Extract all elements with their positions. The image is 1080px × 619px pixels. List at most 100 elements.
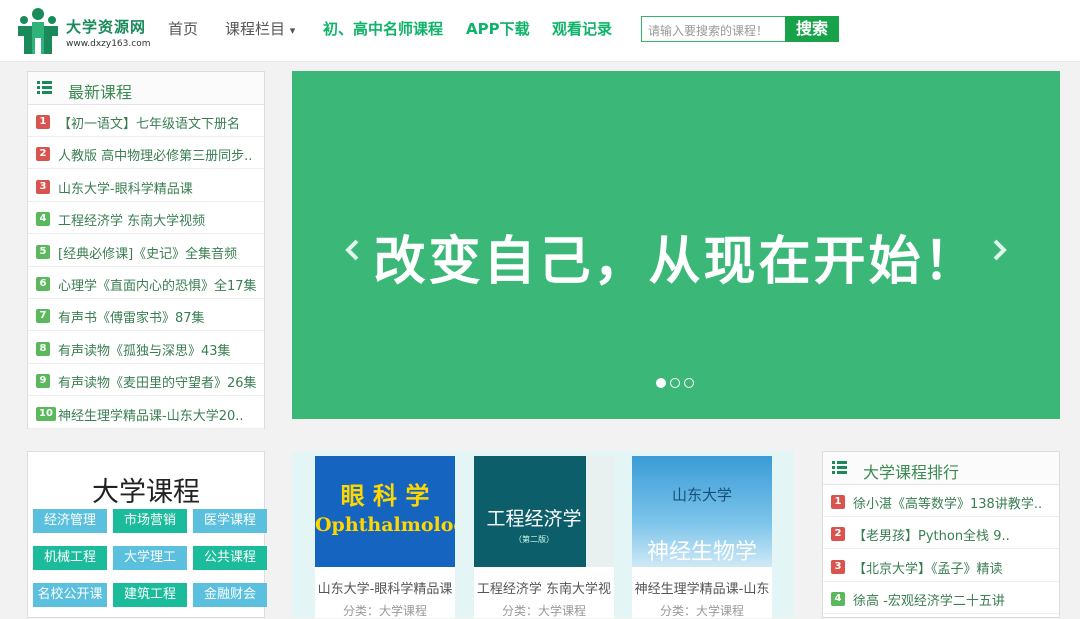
cover-stripe: [586, 456, 614, 567]
carousel-dot[interactable]: [684, 378, 694, 388]
course-category: 分类：大学课程: [501, 604, 586, 618]
nav-course-columns-label: 课程栏目: [225, 20, 286, 38]
cover-subtitle: Ophthalmology: [315, 514, 455, 536]
rank-badge: 2: [36, 147, 50, 162]
rank-badge: 1: [831, 495, 845, 509]
rank-badge: 4: [831, 592, 845, 607]
list-item[interactable]: 3 【北京大学】《孟子》精读: [823, 550, 1059, 582]
category-button[interactable]: 金融财会: [193, 583, 267, 607]
cover-subtitle: （第二版）: [514, 535, 554, 544]
list-item[interactable]: 7 有声书《傅雷家书》87集: [28, 299, 264, 332]
course-category: 分类：大学课程: [659, 604, 744, 618]
category-button[interactable]: 医学课程: [193, 509, 267, 533]
course-card[interactable]: 眼 科 学 Ophthalmology 山东大学-眼科学精品课 分类：大学课程: [315, 456, 455, 618]
list-item[interactable]: 2 人教版 高中物理必修第三册同步..: [28, 137, 264, 170]
hero-banner[interactable]: 改变自己，从现在开始！: [292, 71, 1060, 419]
list-item-label[interactable]: 【北京大学】《孟子》精读: [853, 558, 1003, 577]
rank-badge: 4: [36, 212, 50, 227]
rank-badge: 7: [36, 309, 50, 324]
rank-badge: 3: [36, 179, 50, 194]
cover-title: 眼 科 学: [340, 482, 430, 510]
list-item-label[interactable]: 有声读物《麦田里的守望者》26集: [58, 372, 257, 391]
chevron-right-icon[interactable]: [988, 239, 1010, 261]
course-title[interactable]: 山东大学-眼科学精品课: [315, 578, 455, 597]
course-card[interactable]: 山东大学 神经生物学 神经生理学精品课-山东 分类：大学课程: [632, 456, 772, 618]
list-item-label[interactable]: 【老男孩】Python全栈 9..: [853, 525, 1010, 544]
list-item-label[interactable]: 徐小湛《高等数学》138讲教学..: [853, 493, 1042, 512]
list-item-label[interactable]: 人教版 高中物理必修第三册同步..: [58, 145, 252, 164]
university-courses-title: 大学课程: [92, 477, 200, 508]
search-input[interactable]: 请输入要搜索的课程！: [641, 16, 785, 42]
nav-app-download[interactable]: APP下载: [466, 18, 530, 39]
list-item[interactable]: 9 有声读物《麦田里的守望者》26集: [28, 364, 264, 397]
rank-badge: 8: [36, 341, 50, 356]
course-card[interactable]: 工程经济学 （第二版） 工程经济学 东南大学视 分类：大学课程: [474, 456, 614, 618]
carousel-dot[interactable]: [670, 378, 680, 388]
cover-title: 神经生物学: [646, 540, 757, 565]
list-item[interactable]: 4 工程经济学 东南大学视频: [28, 202, 264, 235]
cover-subtitle: 山东大学: [671, 486, 732, 504]
category-button[interactable]: 公共课程: [193, 546, 267, 570]
list-item[interactable]: 1 徐小湛《高等数学》138讲教学..: [823, 485, 1059, 517]
list-item-label[interactable]: [经典必修课]《史记》全集音频: [58, 243, 237, 262]
course-ranking-panel: 大学课程排行 1 徐小湛《高等数学》138讲教学.. 2 【老男孩】Python全栈 …: [822, 451, 1060, 618]
site-logo[interactable]: 大学资源网 www.dxzy163.com: [14, 6, 164, 56]
list-item-label[interactable]: 有声书《傅雷家书》87集: [58, 307, 205, 326]
list-item[interactable]: 5 [经典必修课]《史记》全集音频: [28, 235, 264, 267]
rank-badge: 9: [36, 374, 50, 389]
course-cover-image: 工程经济学 （第二版）: [474, 456, 614, 567]
nav-home[interactable]: 首页: [168, 18, 198, 39]
logo-icon: [18, 8, 58, 54]
category-button[interactable]: 市场营销: [113, 509, 187, 533]
list-icon: [37, 81, 52, 94]
category-button[interactable]: 经济管理: [33, 509, 107, 533]
rank-badge: 1: [36, 115, 50, 129]
course-cover-image: 眼 科 学 Ophthalmology: [315, 456, 455, 567]
course-cover-image: 山东大学 神经生物学: [632, 456, 772, 567]
rank-badge: 10: [36, 406, 56, 421]
cover-title: 工程经济学: [486, 508, 582, 530]
rank-badge: 2: [831, 527, 845, 542]
latest-courses-title: 最新课程: [68, 83, 133, 102]
category-button[interactable]: 大学理工: [113, 546, 187, 570]
list-item-label[interactable]: 有声读物《孤独与深思》43集: [58, 340, 231, 359]
list-item[interactable]: 4 徐高 -宏观经济学二十五讲: [823, 582, 1059, 615]
search-button[interactable]: 搜索: [785, 16, 839, 42]
list-item-label[interactable]: 【初一语文】七年级语文下册名: [58, 113, 240, 132]
list-item-label[interactable]: 工程经济学 东南大学视频: [58, 210, 205, 229]
logo-title: 大学资源网: [66, 18, 147, 36]
list-item-label[interactable]: 山东大学-眼科学精品课: [58, 178, 193, 197]
category-button[interactable]: 建筑工程: [113, 583, 187, 607]
top-header: 大学资源网 www.dxzy163.com 首页 课程栏目 ▾ 初、高中名师课程…: [0, 0, 1080, 62]
course-title[interactable]: 工程经济学 东南大学视: [474, 578, 614, 597]
nav-watch-history[interactable]: 观看记录: [552, 18, 612, 39]
latest-courses-panel: 最新课程 1 【初一语文】七年级语文下册名 2 人教版 高中物理必修第三册同步.. 3 山…: [27, 71, 265, 429]
list-item-label[interactable]: 徐高 -宏观经济学二十五讲: [853, 590, 1005, 609]
list-icon: [832, 461, 847, 474]
list-item[interactable]: 8 有声读物《孤独与深思》43集: [28, 332, 264, 364]
list-item[interactable]: 6 心理学《直面内心的恐惧》全17集: [28, 267, 264, 299]
rank-badge: 5: [36, 244, 50, 259]
nav-course-columns[interactable]: 课程栏目 ▾: [225, 18, 295, 39]
chevron-down-icon: ▾: [289, 24, 296, 37]
course-title[interactable]: 神经生理学精品课-山东: [632, 578, 772, 597]
carousel-dot-active[interactable]: [656, 378, 666, 388]
category-button[interactable]: 名校公开课: [33, 583, 107, 607]
list-item[interactable]: 2 【老男孩】Python全栈 9..: [823, 517, 1059, 550]
university-courses-panel: 大学课程 经济管理 市场营销 医学课程机械工程 大学理工 公共课程名校公开课 建筑工程 金融…: [27, 451, 267, 618]
course-cards-area: 眼 科 学 Ophthalmology 山东大学-眼科学精品课 分类：大学课程 …: [292, 451, 794, 618]
rank-badge: 3: [831, 559, 845, 574]
list-item[interactable]: 10 神经生理学精品课-山东大学20..: [28, 397, 264, 429]
list-item-label[interactable]: 心理学《直面内心的恐惧》全17集: [58, 275, 257, 294]
course-ranking-title: 大学课程排行: [863, 463, 960, 482]
list-item[interactable]: 1 【初一语文】七年级语文下册名: [28, 105, 264, 137]
rank-badge: 6: [36, 277, 50, 291]
logo-url: www.dxzy163.com: [66, 39, 151, 49]
course-ranking-header: 大学课程排行: [823, 452, 1059, 485]
nav-high-school-courses[interactable]: 初、高中名师课程: [323, 18, 443, 39]
list-item[interactable]: 3 山东大学-眼科学精品课: [28, 170, 264, 202]
category-button[interactable]: 机械工程: [33, 546, 107, 570]
latest-courses-header: 最新课程: [28, 72, 264, 105]
list-item-label[interactable]: 神经生理学精品课-山东大学20..: [58, 405, 244, 424]
course-category: 分类：大学课程: [342, 604, 427, 618]
